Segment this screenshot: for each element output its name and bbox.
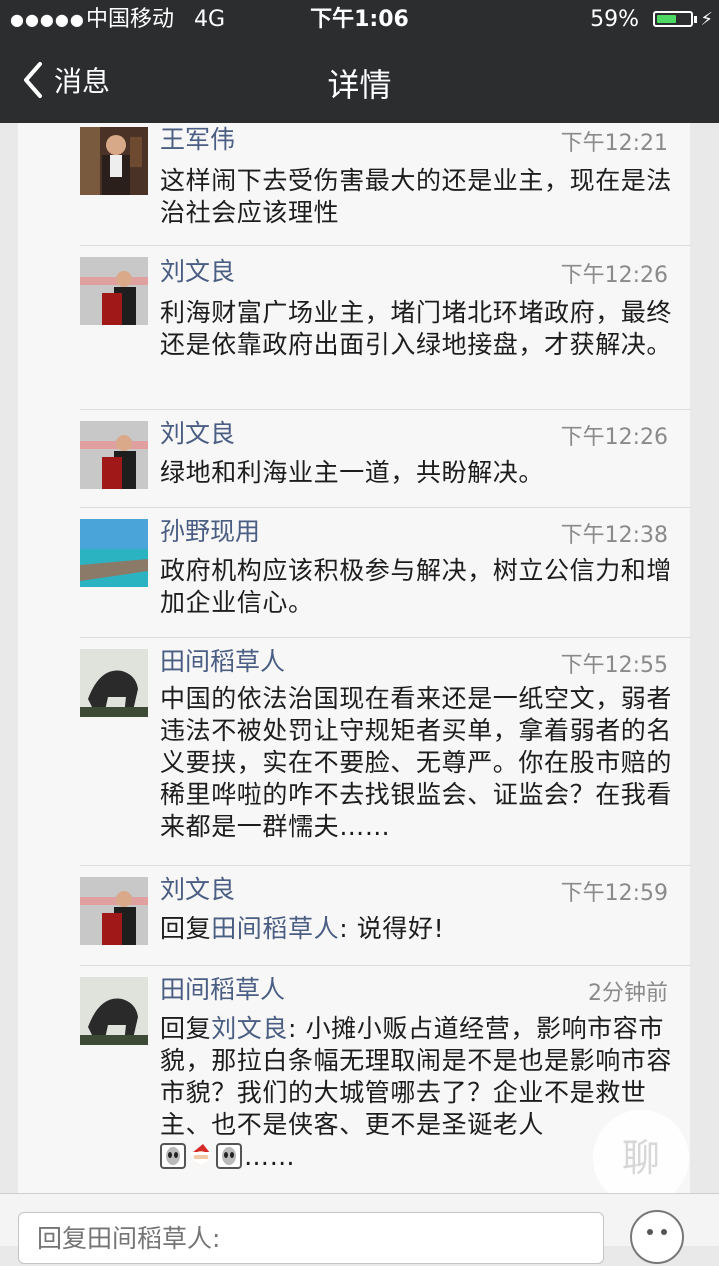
reply-prefix: 回复 (160, 914, 212, 943)
reply-body: : 说得好! (339, 914, 445, 943)
comment-text: 回复田间稻草人: 说得好! (160, 913, 678, 945)
comment-time: 下午12:59 (560, 881, 668, 906)
santa-emoji-icon (188, 1143, 214, 1169)
comment-author[interactable]: 刘文良 (160, 257, 235, 287)
comment-author[interactable]: 刘文良 (160, 419, 235, 449)
divider (80, 409, 690, 410)
speaker-avatar[interactable] (80, 421, 148, 489)
reply-bar (0, 1193, 719, 1264)
watermark-logo: 聊 (593, 1110, 689, 1206)
status-bar: ●●●●● 中国移动 4G 下午1:06 59% ⚡ (0, 0, 719, 40)
horse-avatar[interactable] (80, 649, 148, 717)
comment-time: 下午12:26 (560, 263, 668, 288)
smiley-icon (647, 1229, 667, 1235)
reply-to-link[interactable]: 田间稻草人 (211, 914, 339, 943)
divider (80, 507, 690, 508)
comment-time: 下午12:21 (560, 131, 668, 156)
comment-text: 利海财富广场业主，堵门堵北环堵政府，最终还是依靠政府出面引入绿地接盘，才获解决。 (160, 298, 673, 359)
comment-text: 这样闹下去受伤害最大的还是业主，现在是法治社会应该理性 (160, 166, 673, 227)
comment-author[interactable]: 刘文良 (160, 875, 235, 905)
comment-list: 王军伟 下午12:21 这样闹下去受伤害最大的还是业主，现在是法治社会应该理性 … (18, 123, 690, 1193)
speaker-avatar[interactable] (80, 877, 148, 945)
comment-time: 下午12:55 (560, 653, 668, 678)
charging-icon: ⚡ (700, 9, 713, 30)
trailing-ellipsis: …… (244, 1142, 296, 1171)
horse-avatar[interactable] (80, 977, 148, 1045)
comment-text: 政府机构应该积极参与解决，树立公信力和增加企业信心。 (160, 556, 673, 617)
navigation-bar: 消息 详情 (0, 40, 719, 123)
divider (80, 965, 690, 966)
reply-input[interactable] (18, 1212, 604, 1264)
alien-emoji-icon (216, 1143, 242, 1169)
battery-icon (653, 11, 693, 27)
comment-time: 2分钟前 (588, 981, 668, 1006)
reply-prefix: 回复 (160, 1014, 212, 1043)
comment-author[interactable]: 孙野现用 (160, 517, 260, 547)
divider (80, 245, 690, 246)
reply-to-link[interactable]: 刘文良 (211, 1014, 288, 1043)
speaker-avatar[interactable] (80, 257, 148, 325)
top-bar: ●●●●● 中国移动 4G 下午1:06 59% ⚡ 消息 详情 (0, 0, 719, 123)
divider (80, 865, 690, 866)
emoji-button[interactable] (630, 1210, 684, 1264)
comment-time: 下午12:38 (560, 523, 668, 548)
comment-text: 绿地和利海业主一道，共盼解决。 (160, 458, 545, 487)
comment-time: 下午12:26 (560, 425, 668, 450)
comment-author[interactable]: 田间稻草人 (160, 975, 285, 1005)
comment-text: 中国的依法治国现在看来还是一纸空文，弱者违法不被处罚让守规矩者买单，拿着弱者的名… (160, 684, 673, 841)
battery-tip (694, 16, 697, 23)
page-title: 详情 (327, 66, 392, 104)
alien-emoji-icon (160, 1143, 186, 1169)
beach-avatar[interactable] (80, 519, 148, 587)
divider (80, 637, 690, 638)
comment-author[interactable]: 田间稻草人 (160, 647, 285, 677)
bartender-avatar[interactable] (80, 127, 148, 195)
battery-percent: 59% (590, 7, 639, 32)
comment-author[interactable]: 王军伟 (160, 125, 235, 155)
battery-fill (657, 15, 676, 23)
